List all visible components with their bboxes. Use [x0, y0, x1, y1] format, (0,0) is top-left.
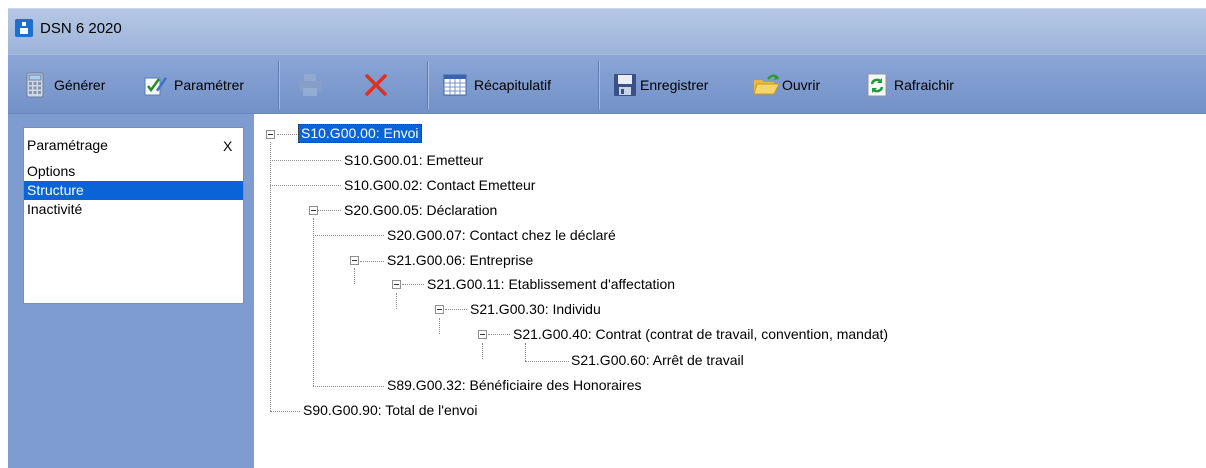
tree-connector [270, 185, 341, 186]
enregistrer-label: Enregistrer [640, 77, 709, 93]
generer-button[interactable]: Générer [22, 67, 105, 103]
collapse-toggle[interactable] [309, 206, 318, 215]
tree-node[interactable]: S10.G00.00: Envoi [298, 124, 422, 143]
tree-node[interactable]: S21.G00.11: Etablissement d'affectation [427, 275, 675, 294]
recapitulatif-label: Récapitulatif [474, 77, 552, 93]
tree-connector [445, 309, 467, 310]
window-title: DSN 6 2020 [40, 20, 122, 37]
structure-tree: S10.G00.00: Envoi S10.G00.01: Emetteur S… [254, 114, 1206, 468]
tree-connector [525, 361, 569, 362]
print-button[interactable] [297, 67, 323, 103]
printer-icon [297, 72, 323, 98]
rafraichir-button[interactable]: Rafraichir [864, 67, 954, 103]
toolbar-separator [598, 61, 599, 109]
tree-connector [354, 268, 355, 284]
tree-node[interactable]: S89.G00.32: Bénéficiaire des Honoraires [387, 376, 641, 395]
tree-node[interactable]: S21.G00.60: Arrêt de travail [571, 351, 744, 370]
tree-connector [396, 293, 397, 309]
tree-connector [402, 284, 424, 285]
toolbar: Générer Paramétrer Récapitulatif Enregis… [8, 54, 1206, 114]
open-folder-icon [752, 72, 780, 98]
top-border [0, 0, 1206, 8]
panel-close-button[interactable]: X [223, 138, 232, 154]
refresh-icon [864, 72, 890, 98]
parametrage-panel: Paramétrage X Options Structure Inactivi… [23, 127, 244, 304]
collapse-toggle[interactable] [350, 256, 359, 265]
tree-connector [270, 142, 271, 411]
app-icon [15, 19, 33, 37]
toolbar-separator [427, 61, 428, 109]
ouvrir-label: Ouvrir [782, 77, 821, 93]
tree-connector [270, 160, 341, 161]
parametrer-label: Paramétrer [174, 77, 245, 93]
collapse-toggle[interactable] [266, 130, 275, 139]
panel-item-inactivite[interactable]: Inactivité [24, 200, 243, 219]
tree-node[interactable]: S20.G00.07: Contact chez le déclaré [387, 226, 616, 245]
rafraichir-label: Rafraichir [894, 77, 954, 93]
tree-connector [439, 318, 440, 334]
tree-connector [270, 411, 300, 412]
tree-connector [313, 235, 384, 236]
delete-button[interactable] [363, 67, 389, 103]
tree-node[interactable]: S20.G00.05: Déclaration [344, 201, 497, 220]
tree-node[interactable]: S21.G00.06: Entreprise [387, 251, 533, 270]
delete-x-icon [363, 72, 389, 98]
collapse-toggle[interactable] [478, 330, 487, 339]
ouvrir-button[interactable]: Ouvrir [752, 67, 820, 103]
generer-label: Générer [54, 77, 106, 93]
toolbar-separator [278, 61, 279, 109]
tree-connector [482, 343, 483, 359]
title-bar [8, 8, 1206, 54]
tree-node[interactable]: S10.G00.02: Contact Emetteur [344, 176, 535, 195]
checklist-icon [142, 72, 168, 98]
tree-connector [360, 261, 384, 262]
tree-connector [313, 218, 314, 386]
panel-item-options[interactable]: Options [24, 162, 243, 181]
tree-connector [313, 386, 384, 387]
recapitulatif-button[interactable]: Récapitulatif [442, 67, 551, 103]
enregistrer-button[interactable]: Enregistrer [612, 67, 708, 103]
tree-node[interactable]: S21.G00.40: Contrat (contrat de travail,… [513, 325, 888, 344]
tree-connector [488, 334, 510, 335]
panel-item-structure[interactable]: Structure [24, 181, 243, 200]
collapse-toggle[interactable] [392, 280, 401, 289]
table-icon [442, 72, 468, 98]
tree-connector [525, 343, 526, 361]
tree-node[interactable]: S10.G00.01: Emetteur [344, 151, 483, 170]
floppy-disk-icon [612, 72, 638, 98]
panel-title: Paramétrage [27, 137, 108, 153]
tree-node[interactable]: S90.G00.90: Total de l'envoi [303, 401, 477, 420]
parametrer-button[interactable]: Paramétrer [142, 67, 244, 103]
tree-node[interactable]: S21.G00.30: Individu [470, 300, 601, 319]
panel-header: Paramétrage X [24, 132, 243, 158]
collapse-toggle[interactable] [435, 305, 444, 314]
calculator-icon [22, 72, 48, 98]
tree-connector [277, 134, 297, 135]
tree-connector [318, 210, 341, 211]
